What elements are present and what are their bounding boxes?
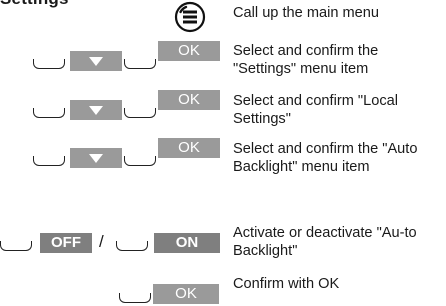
step-description: Select and confirm "Local Settings": [233, 93, 398, 127]
section-heading: Settings: [0, 0, 69, 9]
right-softkey-icon[interactable]: [124, 156, 156, 166]
menu-icon[interactable]: [174, 1, 206, 33]
left-softkey-icon[interactable]: [0, 241, 32, 251]
down-arrow-key[interactable]: [70, 100, 122, 120]
ok-key[interactable]: OK: [158, 138, 220, 158]
off-key[interactable]: OFF: [40, 233, 92, 253]
left-softkey-icon[interactable]: [33, 108, 65, 118]
down-arrow-icon: [89, 154, 103, 163]
left-softkey-icon[interactable]: [33, 156, 65, 166]
separator: /: [99, 232, 104, 251]
left-softkey-icon[interactable]: [33, 59, 65, 69]
down-arrow-key[interactable]: [70, 148, 122, 168]
down-arrow-key[interactable]: [70, 51, 122, 71]
on-key[interactable]: ON: [154, 233, 220, 253]
step-description: Select and confirm the "Auto Backlight" …: [233, 141, 418, 175]
right-softkey-icon[interactable]: [124, 59, 156, 69]
step-description: Select and confirm the "Settings" menu i…: [233, 43, 379, 77]
ok-key[interactable]: OK: [158, 90, 220, 110]
down-arrow-icon: [89, 57, 103, 66]
step-description: Activate or deactivate "Au-to Backlight": [233, 225, 417, 259]
ok-key[interactable]: OK: [158, 41, 220, 61]
step-description: Call up the main menu: [233, 5, 380, 21]
right-softkey-icon[interactable]: [116, 241, 148, 251]
step-description: Confirm with OK: [233, 276, 340, 292]
ok-key[interactable]: OK: [153, 284, 219, 304]
down-arrow-icon: [89, 106, 103, 115]
right-softkey-icon[interactable]: [124, 108, 156, 118]
softkey-icon[interactable]: [119, 293, 151, 303]
